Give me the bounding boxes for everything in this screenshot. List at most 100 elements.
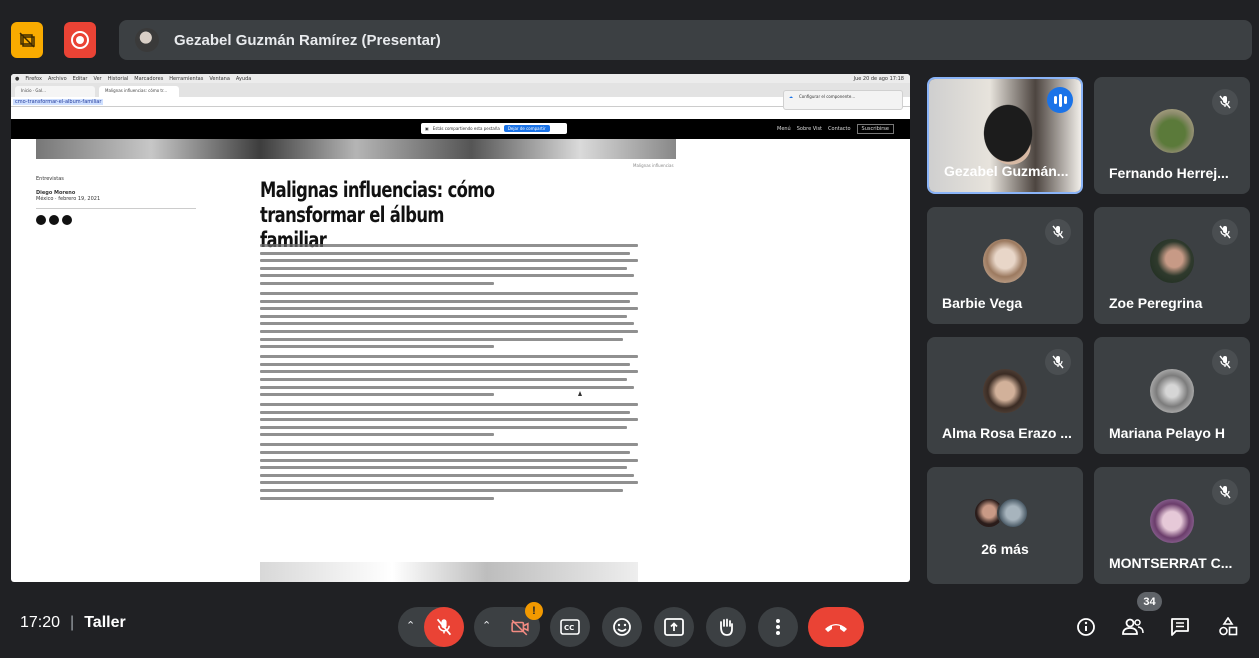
camera-off-icon bbox=[511, 619, 529, 636]
participant-tile[interactable]: MONTSERRAT C... bbox=[1094, 467, 1250, 584]
people-button[interactable] bbox=[1121, 615, 1145, 639]
record-icon bbox=[71, 31, 89, 49]
chat-button[interactable] bbox=[1168, 615, 1192, 639]
chat-icon bbox=[1171, 618, 1189, 636]
text-line bbox=[260, 337, 623, 341]
mic-off-icon bbox=[1045, 219, 1071, 245]
mic-off-icon bbox=[1212, 89, 1238, 115]
avatar bbox=[135, 28, 159, 52]
present-screen-button[interactable] bbox=[654, 607, 694, 647]
text-line bbox=[260, 410, 631, 414]
text-line bbox=[260, 377, 627, 381]
article-date: México · febrero 19, 2021 bbox=[36, 196, 196, 209]
text-line bbox=[260, 385, 635, 389]
article-body bbox=[260, 244, 638, 507]
text-line bbox=[260, 345, 495, 349]
microphone-toggle-button[interactable] bbox=[424, 607, 464, 647]
activities-button[interactable] bbox=[1216, 615, 1240, 639]
mic-off-icon bbox=[1045, 349, 1071, 375]
presenter-chip[interactable]: Gezabel Guzmán Ramírez (Presentar) bbox=[119, 20, 1252, 60]
participant-tile[interactable]: Mariana Pelayo H bbox=[1094, 337, 1250, 454]
svg-text:CC: CC bbox=[564, 624, 574, 632]
chevron-up-icon[interactable]: ⌃ bbox=[482, 619, 491, 632]
text-line bbox=[260, 473, 635, 477]
browser-tab: Inicio · Gal... bbox=[15, 86, 95, 97]
chevron-up-icon[interactable]: ⌃ bbox=[406, 619, 415, 632]
leave-call-button[interactable] bbox=[808, 607, 864, 647]
text-line bbox=[260, 259, 638, 263]
site-links: Menú Sobre Vist Contacto Suscribirse bbox=[777, 124, 894, 134]
participant-tile[interactable]: Zoe Peregrina bbox=[1094, 207, 1250, 324]
record-button[interactable] bbox=[64, 22, 96, 58]
text-line bbox=[260, 451, 631, 455]
browser-tabs: Inicio · Gal... Malignas influencias: có… bbox=[11, 83, 910, 97]
participant-tile[interactable]: Alma Rosa Erazo ... bbox=[927, 337, 1083, 454]
whatsapp-icon bbox=[62, 215, 72, 225]
text-line bbox=[260, 403, 638, 407]
more-participants-tile[interactable]: 26 más bbox=[927, 467, 1083, 584]
hang-up-icon bbox=[825, 624, 847, 632]
no-video-stack-button[interactable] bbox=[11, 22, 43, 58]
shared-screen: ● Firefox Archivo Editar Ver Historial M… bbox=[11, 74, 910, 582]
share-icon: ▣ bbox=[425, 126, 429, 131]
text-line bbox=[260, 274, 635, 278]
divider: | bbox=[70, 614, 75, 631]
text-line bbox=[260, 466, 627, 470]
browser-tab-active: Malignas influencias: cómo tr... bbox=[99, 86, 179, 97]
text-line bbox=[260, 266, 627, 270]
article-paragraph bbox=[260, 403, 638, 437]
more-options-button[interactable] bbox=[758, 607, 798, 647]
participant-name: Fernando Herrej... bbox=[1109, 165, 1229, 181]
participant-tile[interactable]: Fernando Herrej... bbox=[1094, 77, 1250, 194]
captions-button[interactable]: CC bbox=[550, 607, 590, 647]
participant-tile-self[interactable]: Gezabel Guzmán... bbox=[927, 77, 1083, 194]
warning-badge: ! bbox=[525, 602, 543, 620]
mic-off-icon bbox=[1212, 479, 1238, 505]
text-line bbox=[260, 362, 631, 366]
menu-item: Herramientas bbox=[169, 75, 204, 82]
info-icon bbox=[1077, 618, 1095, 636]
speaking-indicator-icon bbox=[1047, 87, 1073, 113]
reactions-button[interactable] bbox=[602, 607, 642, 647]
meeting-info: 17:20 | Taller bbox=[20, 614, 126, 632]
mic-off-icon bbox=[436, 618, 452, 636]
emoji-icon bbox=[613, 618, 631, 636]
avatar bbox=[983, 239, 1027, 283]
participant-name: Barbie Vega bbox=[942, 295, 1023, 311]
activities-icon bbox=[1219, 617, 1238, 636]
more-vertical-icon bbox=[776, 619, 780, 635]
meeting-details-button[interactable] bbox=[1074, 615, 1098, 639]
text-line bbox=[260, 489, 623, 493]
text-line bbox=[260, 393, 495, 397]
mic-off-icon bbox=[1212, 219, 1238, 245]
participant-name: Alma Rosa Erazo ... bbox=[942, 425, 1072, 441]
stop-sharing-button: Dejar de compartir bbox=[503, 125, 550, 132]
share-banner: ▣ Estás compartiendo esta pestaña Dejar … bbox=[421, 123, 567, 134]
menu-item: Ver bbox=[93, 75, 102, 82]
text-line bbox=[260, 314, 627, 318]
closed-captions-icon: CC bbox=[560, 619, 580, 635]
website-nav: ▣ Estás compartiendo esta pestaña Dejar … bbox=[11, 119, 910, 139]
menu-item: Ayuda bbox=[235, 75, 252, 82]
mouse-cursor bbox=[578, 391, 582, 396]
text-line bbox=[260, 370, 638, 374]
article-meta: Entrevistas Diego Moreno México · febrer… bbox=[36, 176, 196, 225]
article-paragraph bbox=[260, 355, 638, 397]
participant-tile[interactable]: Barbie Vega bbox=[927, 207, 1083, 324]
text-line bbox=[260, 251, 631, 255]
menu-clock: Jue 20 de ago 17:18 bbox=[853, 75, 904, 82]
raise-hand-button[interactable] bbox=[706, 607, 746, 647]
bottom-bar: 17:20 | Taller ⌃ ⌃ ! CC 34 bbox=[0, 590, 1259, 658]
avatar-stack bbox=[973, 497, 1037, 529]
meeting-name: Taller bbox=[84, 614, 126, 631]
text-line bbox=[260, 307, 638, 311]
avatar bbox=[1150, 109, 1194, 153]
camera-toggle-button[interactable]: ! bbox=[500, 602, 543, 647]
people-count-badge: 34 bbox=[1137, 592, 1162, 611]
hero-image bbox=[36, 139, 676, 159]
camera-control-group[interactable]: ⌃ ! bbox=[474, 602, 543, 647]
text-line bbox=[260, 443, 638, 447]
mic-control-group[interactable]: ⌃ bbox=[398, 607, 464, 647]
mic-off-icon bbox=[1212, 349, 1238, 375]
article-paragraph bbox=[260, 291, 638, 349]
